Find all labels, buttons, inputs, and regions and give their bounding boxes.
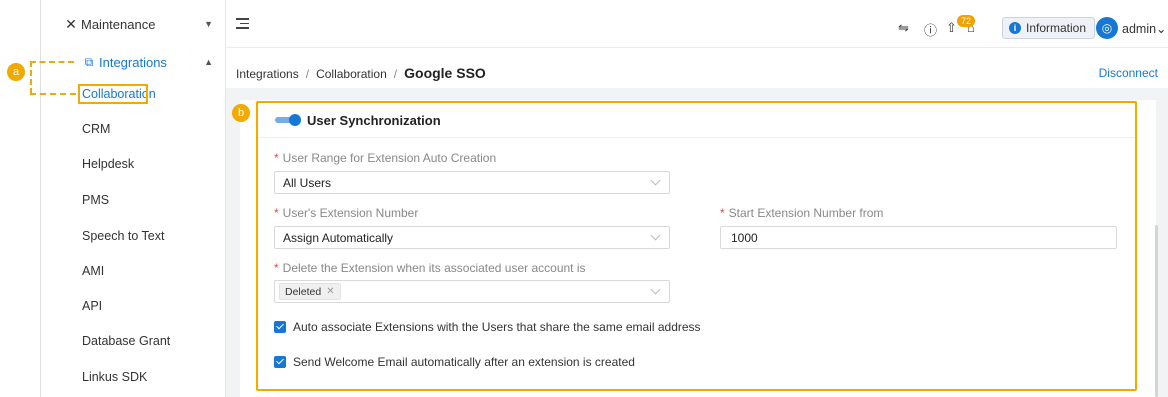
chevron-up-icon: ▲	[204, 57, 213, 67]
top-bar: ⇋ ⓘ ⇧ ⌂ 72 i Information ◎ admin⌄	[226, 0, 1168, 48]
annotation-line-a2	[30, 61, 32, 94]
breadcrumb-separator: /	[393, 67, 398, 81]
integrations-icon: ⧉	[84, 54, 94, 69]
annotation-line-a3	[30, 93, 76, 95]
sidebar-item-label: Maintenance	[81, 16, 156, 32]
sidebar-item-api[interactable]: API	[82, 299, 102, 313]
breadcrumb-separator: /	[305, 67, 310, 81]
annotation-marker-b: b	[232, 104, 250, 122]
annotation-box-b	[256, 101, 1137, 391]
information-button[interactable]: i Information	[1002, 17, 1096, 39]
cloud-upload-icon[interactable]: ⇧	[946, 20, 957, 36]
sidebar-item-database-grant[interactable]: Database Grant	[82, 334, 170, 348]
user-name: admin	[1122, 22, 1157, 36]
user-menu[interactable]: admin⌄	[1122, 21, 1167, 36]
sidebar-item-label: Integrations	[99, 54, 167, 70]
information-label: Information	[1026, 21, 1087, 35]
sidebar-item-pms[interactable]: PMS	[82, 193, 109, 207]
sidebar-item-linkus-sdk[interactable]: Linkus SDK	[82, 370, 147, 384]
help-icon[interactable]: ⓘ	[924, 20, 937, 39]
scrollbar[interactable]	[1155, 225, 1158, 397]
sidebar: ✕ Maintenance ▼ ⧉ Integrations ▲ Collabo…	[40, 0, 226, 397]
menu-collapse-icon[interactable]	[236, 18, 249, 29]
annotation-marker-a: a	[7, 63, 25, 81]
sidebar-item-helpdesk[interactable]: Helpdesk	[82, 157, 134, 171]
breadcrumb: Integrations / Collaboration / Google SS…	[236, 65, 486, 81]
notification-badge: 72	[957, 15, 976, 27]
wrench-cross-icon: ✕	[65, 15, 77, 32]
annotation-line-a1	[30, 61, 74, 63]
sidebar-item-ami[interactable]: AMI	[82, 264, 104, 278]
annotation-box-a	[78, 84, 148, 104]
chevron-down-icon: ▼	[204, 19, 213, 29]
info-icon: i	[1009, 22, 1021, 34]
user-avatar-icon[interactable]: ◎	[1096, 17, 1118, 39]
sidebar-item-maintenance[interactable]: ✕ Maintenance ▼	[41, 12, 227, 36]
handshake-icon[interactable]: ⇋	[898, 20, 909, 36]
sidebar-item-crm[interactable]: CRM	[82, 122, 110, 136]
page-title: Google SSO	[404, 65, 486, 81]
sidebar-item-speech-to-text[interactable]: Speech to Text	[82, 229, 164, 243]
disconnect-link[interactable]: Disconnect	[1099, 66, 1158, 80]
breadcrumb-collaboration[interactable]: Collaboration	[316, 67, 387, 81]
breadcrumb-integrations[interactable]: Integrations	[236, 67, 299, 81]
